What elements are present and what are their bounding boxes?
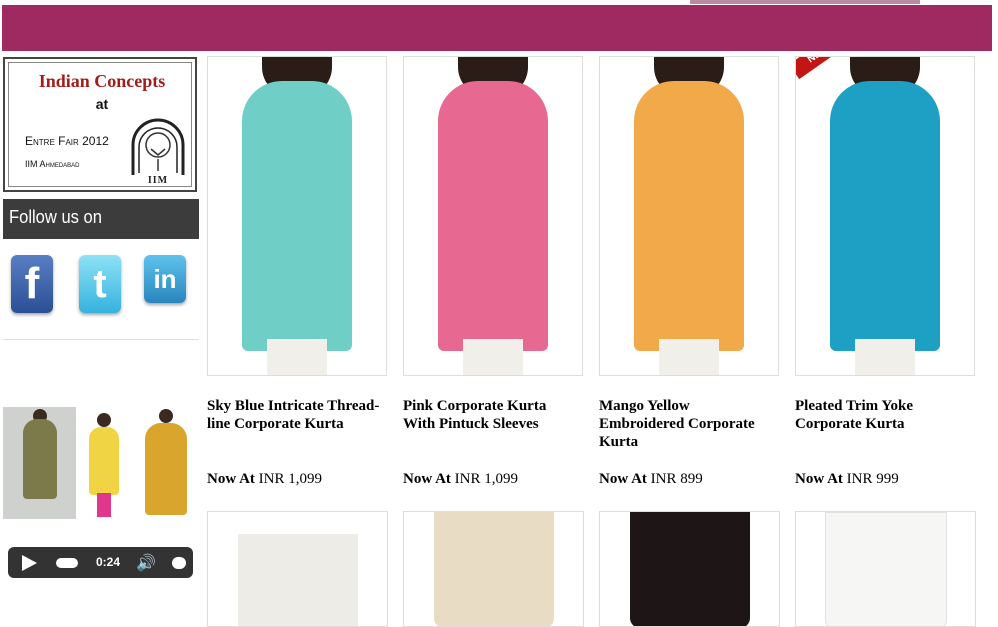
iim-logo-text: IIM: [147, 175, 169, 186]
twitter-icon[interactable]: t: [79, 255, 121, 313]
linkedin-icon[interactable]: in: [144, 255, 186, 303]
follow-us-header: Follow us on: [3, 199, 199, 239]
volume-icon[interactable]: 🔊: [136, 553, 156, 573]
product-title[interactable]: Pink Corporate Kurta With Pintuck Sleeve…: [403, 397, 578, 433]
product-image[interactable]: [403, 511, 584, 627]
video-player-controls: 0:24 🔊: [8, 547, 193, 578]
model-thumbnails[interactable]: [3, 407, 195, 519]
play-icon[interactable]: [22, 555, 37, 571]
product-title[interactable]: Sky Blue Intricate Thread-line Corporate…: [207, 397, 382, 433]
product-price: Now At INR 899: [599, 471, 703, 487]
product-title[interactable]: Pleated Trim Yoke Corporate Kurta: [795, 397, 970, 433]
product-image[interactable]: [403, 56, 583, 376]
follow-us-label: Follow us on: [9, 207, 102, 227]
product-price: Now At INR 1,099: [403, 471, 519, 487]
promo-institute: IIM Ahmedabad: [25, 159, 80, 169]
promo-event: Entre Fair 2012: [25, 134, 109, 148]
product-image[interactable]: [599, 56, 779, 376]
header-banner: [2, 5, 992, 51]
header-image-edge: [690, 0, 920, 4]
model-thumbnail: [3, 407, 76, 519]
progress-scrubber[interactable]: [56, 558, 78, 568]
product-price: Now At INR 1,099: [207, 471, 323, 487]
playback-time: 0:24: [96, 555, 121, 569]
facebook-icon[interactable]: f: [11, 255, 53, 313]
product-image[interactable]: [599, 511, 780, 627]
new-badge: NEW: [796, 57, 849, 80]
model-thumbnail: [79, 407, 131, 519]
promo-at: at: [95, 96, 109, 112]
social-links: f t in: [3, 241, 199, 340]
product-image[interactable]: [207, 511, 388, 627]
product-price: Now At INR 999: [795, 471, 899, 487]
volume-slider[interactable]: [172, 557, 186, 569]
product-image[interactable]: [795, 511, 976, 627]
model-thumbnail: [133, 407, 195, 519]
product-image[interactable]: [207, 56, 387, 376]
entre-fair-promo[interactable]: Indian Concepts at Entre Fair 2012 IIM A…: [3, 57, 197, 192]
promo-frame: Indian Concepts at Entre Fair 2012 IIM A…: [8, 62, 192, 187]
product-image[interactable]: NEW: [795, 56, 975, 376]
product-title[interactable]: Mango Yellow Embroidered Corporate Kurta: [599, 397, 774, 451]
promo-brand: Indian Concepts: [38, 71, 166, 91]
